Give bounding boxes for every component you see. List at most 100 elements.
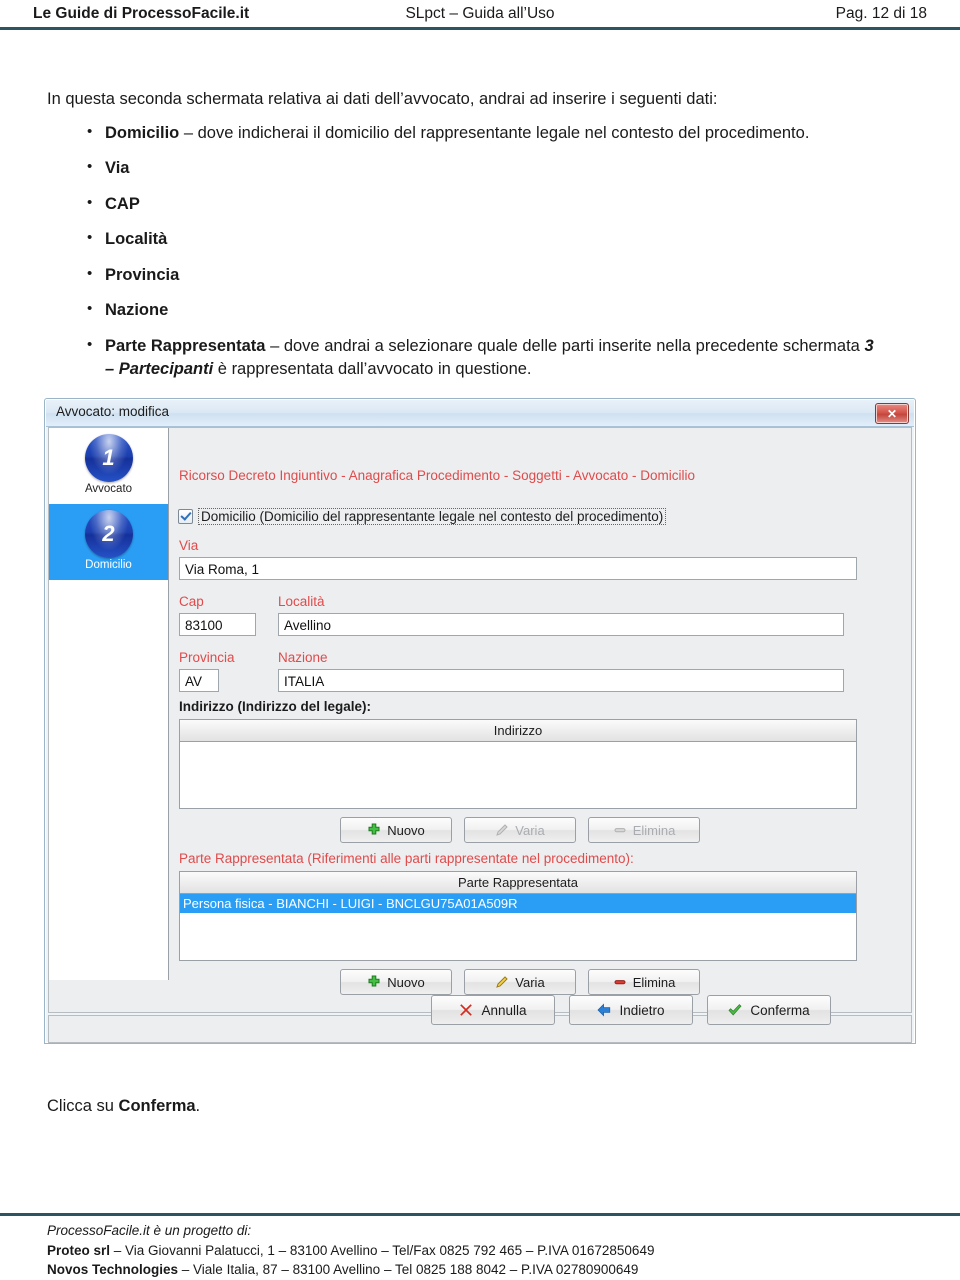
provincia-label: Provincia — [179, 650, 235, 665]
bullet-term: Nazione — [105, 301, 169, 320]
page-footer: ProcessoFacile.it è un progetto di: Prot… — [47, 1221, 654, 1280]
conferma-button[interactable]: Conferma — [707, 995, 831, 1025]
sidebar-item-label: Avvocato — [84, 483, 133, 495]
footer-divider — [0, 1213, 960, 1216]
indirizzo-column-header: Indirizzo — [180, 720, 856, 742]
domicilio-checkbox-label: Domicilio (Domicilio del rappresentante … — [198, 508, 667, 525]
checkbox-icon[interactable] — [178, 509, 193, 524]
button-label: Elimina — [632, 974, 676, 990]
breadcrumb: Ricorso Decreto Ingiuntivo - Anagrafica … — [179, 468, 695, 483]
list-item: CAP — [47, 192, 887, 216]
provincia-input[interactable]: AV — [179, 669, 219, 692]
parte-nuovo-button[interactable]: Nuovo — [340, 969, 452, 995]
parte-varia-button[interactable]: Varia — [464, 969, 576, 995]
footer-company-proteo: Proteo srl – Via Giovanni Palatucci, 1 –… — [47, 1241, 654, 1261]
footer-project-line: ProcessoFacile.it è un progetto di: — [47, 1223, 252, 1238]
dialog-action-bar: Annulla Indietro Conferma — [431, 995, 831, 1025]
red-x-icon — [460, 1004, 473, 1016]
footer-company-name: Novos Technologies — [47, 1262, 179, 1278]
localita-label: Località — [278, 594, 325, 609]
indirizzo-button-bar: Nuovo Varia Elimina — [340, 817, 700, 843]
bullet-term: Parte Rappresentata — [105, 336, 266, 355]
parte-column-header: Parte Rappresentata — [180, 872, 856, 894]
bullet-term: Domicilio — [105, 124, 180, 142]
button-label: Annulla — [481, 1002, 527, 1018]
minus-icon — [614, 828, 626, 833]
closing-prefix: Clicca su — [47, 1097, 119, 1115]
list-item: Via — [47, 156, 887, 180]
via-label: Via — [179, 538, 199, 553]
dialog-titlebar[interactable]: Avvocato: modifica ✕ — [46, 400, 914, 427]
parte-button-bar: Nuovo Varia Elimina — [340, 969, 700, 995]
indietro-button[interactable]: Indietro — [569, 995, 693, 1025]
closing-bold: Conferma — [118, 1097, 196, 1115]
intro-paragraph: In questa seconda schermata relativa ai … — [47, 90, 718, 108]
indirizzo-table[interactable]: Indirizzo — [179, 719, 857, 809]
list-item: Domicilio – dove indicherai il domicilio… — [47, 121, 887, 145]
closing-instruction: Clicca su Conferma. — [47, 1097, 200, 1116]
footer-company-details: – Viale Italia, 87 – 83100 Avellino – Te… — [178, 1262, 639, 1278]
via-input[interactable]: Via Roma, 1 — [179, 557, 857, 580]
cap-label: Cap — [179, 594, 204, 609]
plus-icon — [368, 823, 380, 835]
footer-company-details: – Via Giovanni Palatucci, 1 – 83100 Avel… — [110, 1242, 655, 1258]
sidebar-item-label: Domicilio — [85, 559, 132, 571]
application-screenshot: Avvocato: modifica ✕ 1 Avvocato 2 Domici… — [44, 398, 918, 1046]
minus-icon — [614, 980, 626, 985]
bullet-term: Provincia — [105, 265, 180, 284]
table-row[interactable]: Persona fisica - BIANCHI - LUIGI - BNCLG… — [180, 894, 856, 913]
bullet-part2: è rappresentata dall’avvocato in questio… — [213, 359, 532, 378]
blue-left-arrow-icon — [597, 1003, 611, 1017]
list-item: Località — [47, 227, 887, 251]
annulla-button[interactable]: Annulla — [431, 995, 555, 1025]
page-header: Le Guide di ProcessoFacile.it SLpct – Gu… — [0, 0, 960, 28]
data-fields-list: Domicilio – dove indicherai il domicilio… — [47, 121, 887, 393]
bullet-term: Via — [105, 159, 130, 178]
indirizzo-elimina-button[interactable]: Elimina — [588, 817, 700, 843]
bullet-rest: – dove indicherai il domicilio del rappr… — [179, 124, 810, 142]
button-label: Conferma — [750, 1002, 810, 1018]
step-number-badge: 1 — [84, 434, 133, 482]
button-label: Varia — [515, 822, 545, 838]
dialog-body: 1 Avvocato 2 Domicilio Ricorso Decreto I… — [48, 427, 912, 1013]
footer-company-novos: Novos Technologies – Viale Italia, 87 – … — [47, 1260, 654, 1280]
close-icon[interactable]: ✕ — [875, 403, 909, 424]
button-label: Varia — [515, 974, 545, 990]
header-center-title: SLpct – Guida all’Uso — [405, 5, 555, 22]
button-label: Nuovo — [387, 822, 425, 838]
indirizzo-section-title: Indirizzo (Indirizzo del legale): — [179, 699, 372, 714]
button-label: Elimina — [632, 822, 676, 838]
localita-input[interactable]: Avellino — [278, 613, 844, 636]
green-check-icon — [728, 1004, 742, 1016]
domicilio-checkbox-row[interactable]: Domicilio (Domicilio del rappresentante … — [178, 508, 667, 525]
list-item: Nazione — [47, 298, 887, 322]
footer-company-name: Proteo srl — [47, 1242, 111, 1258]
bullet-part1: – dove andrai a selezionare quale delle … — [265, 336, 865, 355]
sidebar-item-domicilio[interactable]: 2 Domicilio — [49, 504, 168, 580]
step-number-badge: 2 — [84, 510, 133, 558]
nazione-input[interactable]: ITALIA — [278, 669, 844, 692]
cap-input[interactable]: 83100 — [179, 613, 256, 636]
parte-elimina-button[interactable]: Elimina — [588, 969, 700, 995]
nazione-label: Nazione — [278, 650, 328, 665]
pencil-icon — [496, 824, 509, 836]
dialog-title: Avvocato: modifica — [56, 404, 170, 419]
parte-section-title: Parte Rappresentata (Riferimenti alle pa… — [179, 851, 634, 866]
header-divider — [0, 27, 960, 30]
plus-icon — [368, 975, 380, 987]
button-label: Indietro — [619, 1002, 665, 1018]
avvocato-modifica-dialog: Avvocato: modifica ✕ 1 Avvocato 2 Domici… — [44, 398, 916, 1044]
list-item: Provincia — [47, 263, 887, 287]
indirizzo-nuovo-button[interactable]: Nuovo — [340, 817, 452, 843]
bullet-term: Località — [105, 230, 168, 249]
parte-rappresentata-table[interactable]: Parte Rappresentata Persona fisica - BIA… — [179, 871, 857, 961]
closing-suffix: . — [195, 1097, 201, 1115]
sidebar-item-avvocato[interactable]: 1 Avvocato — [49, 428, 168, 504]
bullet-term: CAP — [105, 194, 140, 213]
header-page-number: Pag. 12 di 18 — [835, 5, 927, 22]
wizard-step-sidebar: 1 Avvocato 2 Domicilio — [49, 428, 169, 980]
button-label: Nuovo — [387, 974, 425, 990]
form-pane: Ricorso Decreto Ingiuntivo - Anagrafica … — [170, 428, 911, 995]
list-item-parte-rappresentata: Parte Rappresentata – dove andrai a sele… — [47, 334, 887, 382]
indirizzo-varia-button[interactable]: Varia — [464, 817, 576, 843]
